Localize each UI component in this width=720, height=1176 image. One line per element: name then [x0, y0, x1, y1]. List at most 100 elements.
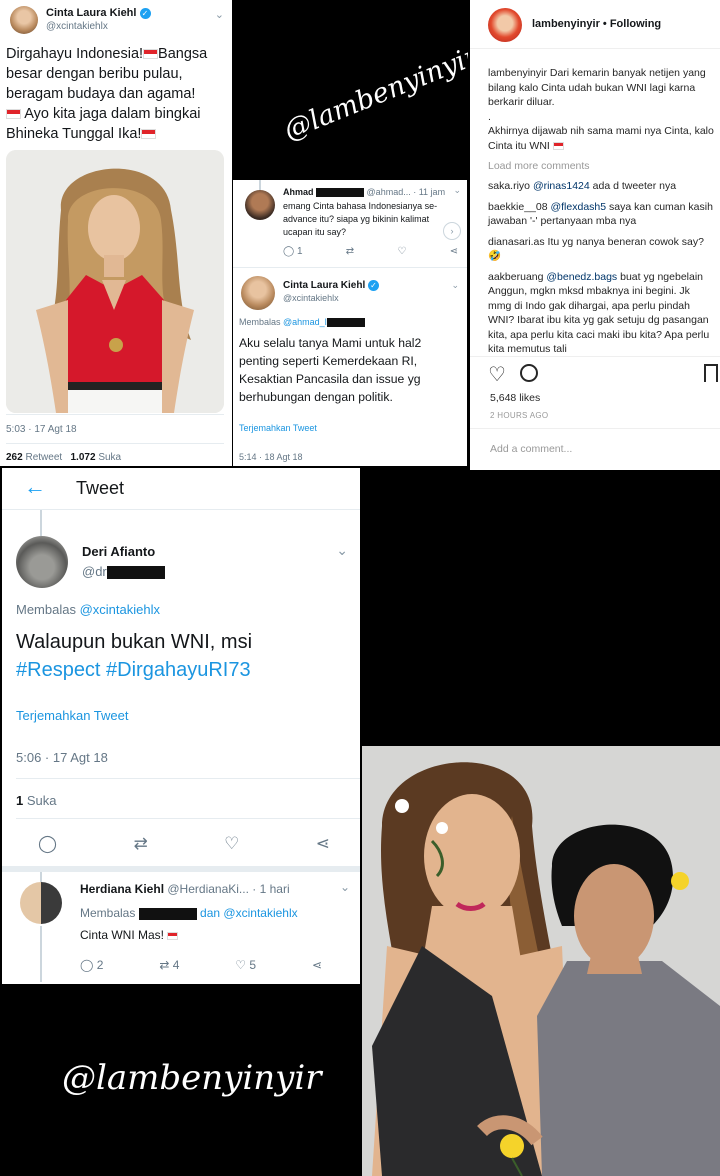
chevron-down-icon[interactable]: ⌄: [336, 542, 348, 559]
tweet-timestamp[interactable]: 5:06 · 17 Agt 18: [16, 750, 108, 765]
reply-button[interactable]: ◯ 2: [80, 958, 103, 972]
comment-icon[interactable]: [520, 364, 538, 382]
add-comment-input[interactable]: Add a comment...: [490, 443, 572, 455]
like-count[interactable]: 1.072: [71, 452, 96, 463]
comment-username[interactable]: saka.riyo: [488, 180, 530, 192]
reply-icon[interactable]: ◯: [38, 834, 57, 854]
redacted-block: [316, 188, 365, 198]
hashtag-link[interactable]: #Respect #DirgahayuRI73: [16, 659, 251, 681]
load-more-comments[interactable]: Load more comments: [488, 160, 590, 172]
author-name[interactable]: Deri Afianto: [82, 544, 155, 559]
like-count[interactable]: 1: [16, 793, 23, 808]
avatar[interactable]: [241, 276, 275, 310]
chevron-down-icon[interactable]: ⌄: [340, 880, 350, 894]
reply-actions: ◯ 2 ⇄ 4 ♡ 5 ⋖: [80, 958, 322, 972]
reply-text: Cinta WNI Mas!: [80, 928, 179, 942]
tweet-text: Walaupun bukan WNI, msi #Respect #Dirgah…: [16, 631, 253, 681]
comment-username[interactable]: aakberuang: [488, 271, 543, 283]
avatar[interactable]: [10, 6, 38, 34]
bookmark-icon[interactable]: [704, 364, 718, 382]
divider: [6, 414, 224, 415]
like-icon[interactable]: ♡: [224, 834, 239, 854]
tweet-photo[interactable]: [6, 150, 224, 413]
verified-icon: ✓: [139, 7, 151, 19]
thread-line: [40, 926, 42, 982]
reply-actions: ◯ 1 ⇄ ♡ ⋖: [283, 246, 458, 257]
chevron-down-icon[interactable]: ⌄: [215, 8, 224, 21]
comment: dianasari.as Itu yg nanya beneran cowok …: [488, 235, 704, 263]
likes-count[interactable]: 5,648 likes: [490, 392, 540, 404]
replying-to: Membalas dan @xcintakiehlx: [80, 906, 298, 920]
retweet-button[interactable]: ⇄ 4: [159, 958, 179, 972]
translate-link[interactable]: Terjemahkan Tweet: [16, 708, 129, 723]
flag-icon: [143, 49, 159, 60]
retweet-icon[interactable]: ⇄: [133, 834, 147, 854]
mention-link[interactable]: @xcintakiehlx: [223, 906, 297, 920]
divider: [2, 866, 360, 872]
flag-icon: [552, 141, 564, 150]
share-icon[interactable]: ⋖: [450, 246, 458, 257]
flag-icon: [6, 109, 21, 120]
replying-to: Membalas @ahmad_l: [239, 317, 365, 328]
redacted-block: [138, 907, 197, 920]
avatar[interactable]: [245, 190, 275, 220]
woman-red-top-image: [6, 150, 224, 413]
avatar[interactable]: [488, 8, 522, 42]
divider: [470, 48, 720, 49]
tweet-stats: 262 Retweet 1.072 Suka: [6, 452, 122, 463]
share-icon[interactable]: ⋖: [316, 834, 330, 854]
author-handle[interactable]: @ahmad...: [367, 187, 411, 197]
reply-time: · 11 jam: [413, 187, 446, 197]
author-name[interactable]: Ahmad: [283, 187, 314, 197]
author-name[interactable]: Herdiana Kiehl: [80, 882, 164, 896]
two-women-image: [362, 746, 720, 1176]
author-name[interactable]: Cinta Laura Kiehl: [283, 280, 365, 291]
retweet-count[interactable]: 262: [6, 452, 23, 463]
divider: [16, 818, 360, 819]
redacted-block: [106, 566, 165, 580]
chevron-down-icon[interactable]: ⌄: [451, 280, 459, 291]
reply-icon: ◯: [283, 246, 295, 257]
heart-icon[interactable]: ♡: [488, 362, 506, 387]
back-arrow-icon[interactable]: ←: [24, 474, 46, 500]
chevron-right-icon[interactable]: ›: [443, 222, 461, 240]
following-button[interactable]: • Following: [603, 18, 661, 30]
author-handle[interactable]: @dr: [82, 564, 107, 579]
share-icon[interactable]: ⋖: [312, 958, 322, 972]
translate-link[interactable]: Terjemahkan Tweet: [239, 423, 317, 433]
main-tweet-card: Cinta Laura Kiehl ✓ @xcintakiehlx ⌄ Dirg…: [0, 0, 232, 466]
author-name[interactable]: Cinta Laura Kiehl: [46, 7, 136, 19]
redacted-block: [326, 318, 365, 328]
avatar[interactable]: [20, 882, 62, 924]
comment-username[interactable]: baekkie__08: [488, 201, 548, 213]
like-icon[interactable]: ♡: [397, 246, 406, 257]
tweet-timestamp[interactable]: 5:14 · 18 Agt 18: [239, 452, 303, 462]
author-handle[interactable]: @HerdianaKi...: [167, 882, 249, 896]
tweet-timestamp[interactable]: 5:03 · 17 Agt 18: [6, 424, 77, 435]
caption-username[interactable]: lambenyinyir: [488, 67, 547, 79]
reply-thread-card: Ahmad @ahmad... · 11 jam ⌄ emang Cinta b…: [233, 180, 467, 466]
author-handle[interactable]: @xcintakiehlx: [46, 21, 108, 32]
comments-list: saka.riyo @rinas1424 ada d tweeter nya b…: [488, 179, 714, 357]
like-button[interactable]: ♡ 5: [235, 958, 256, 972]
comment: aakberuang @benedz.bags buat yg ngebelai…: [488, 270, 710, 356]
tweet-actions: ◯ ⇄ ♡ ⋖: [38, 834, 330, 854]
thread-line: [259, 180, 261, 190]
comment-username[interactable]: dianasari.as: [488, 236, 545, 248]
mention-link[interactable]: @ahmad_l: [283, 317, 327, 327]
username[interactable]: lambenyinyir: [532, 18, 600, 30]
tweet-detail-screen: ← Tweet Deri Afianto @dr ⌄ Membalas @xci…: [2, 468, 360, 984]
divider: [470, 428, 720, 429]
avatar[interactable]: [16, 536, 68, 588]
retweet-icon[interactable]: ⇄: [346, 246, 354, 257]
page-title: Tweet: [76, 478, 125, 498]
chevron-down-icon[interactable]: ⌄: [453, 185, 461, 196]
flag-icon: [167, 931, 179, 940]
divider: [233, 267, 467, 268]
photo-two-women: [362, 746, 720, 1176]
mention-link[interactable]: @xcintakiehlx: [80, 602, 160, 617]
tweet-text: Dirgahayu Indonesia! Bangsa besar dengan …: [6, 46, 208, 142]
author-handle[interactable]: @xcintakiehlx: [283, 293, 339, 303]
reply-button[interactable]: ◯ 1: [283, 246, 303, 257]
comment: baekkie__08 @flexdash5 saya kan cuman ka…: [488, 200, 713, 228]
